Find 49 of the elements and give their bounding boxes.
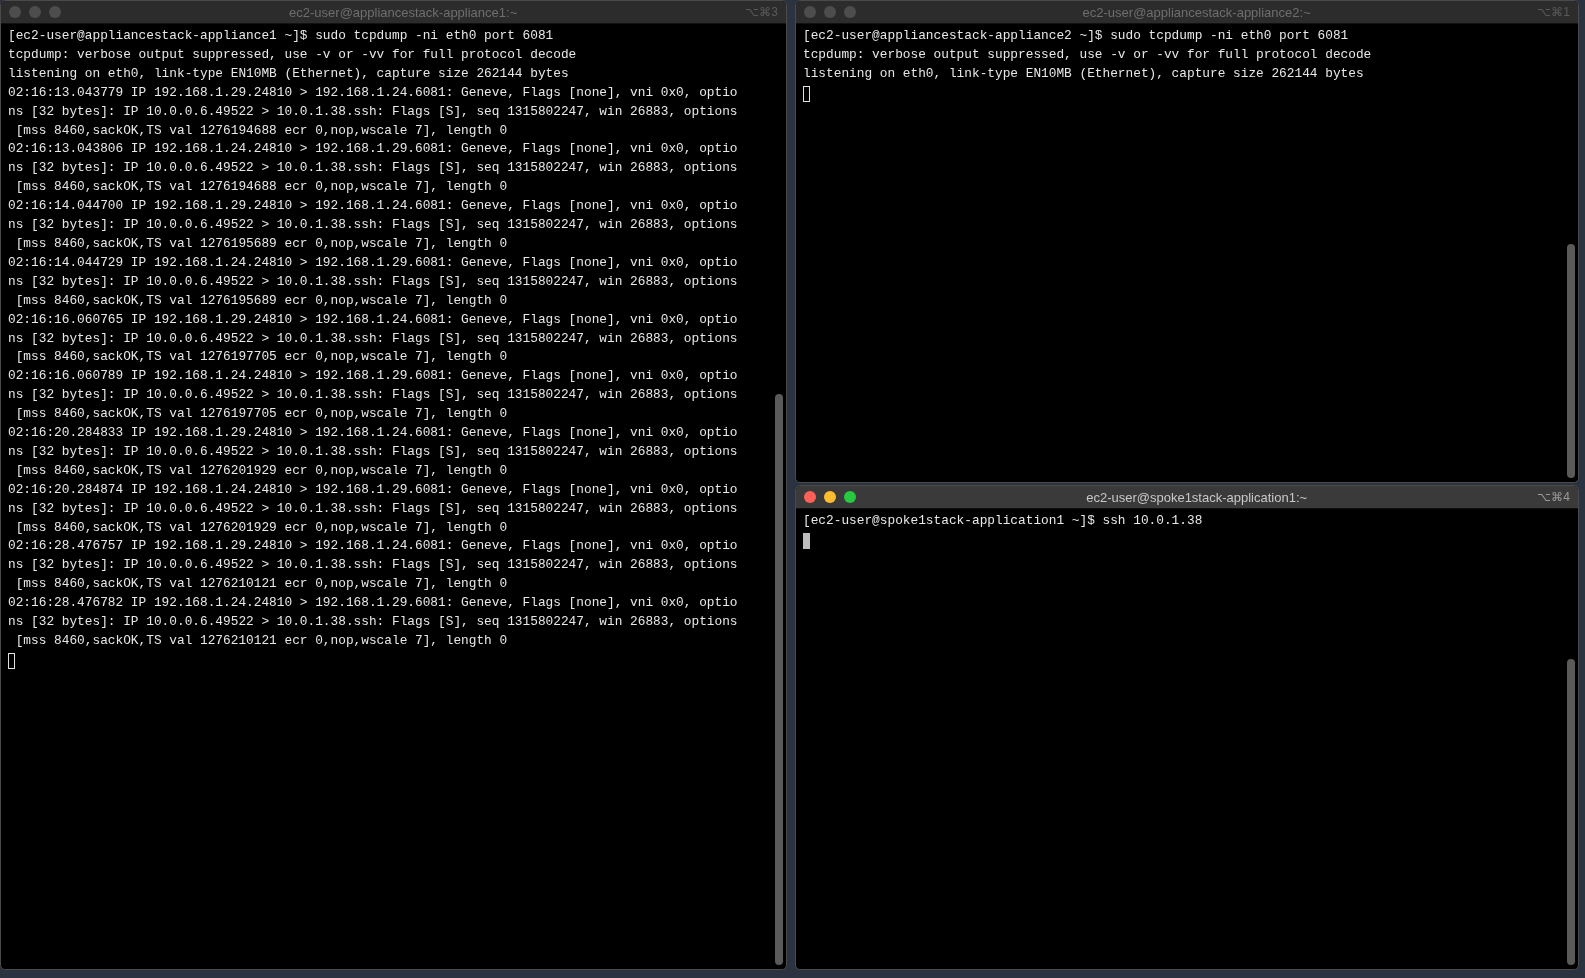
terminal-line: [ec2-user@appliancestack-appliance1 ~]$ sudo tcpdump -ni eth0 port 6081	[8, 27, 555, 45]
terminal-line: [mss 8460,sackOK,TS val 1276195689 ecr 0,nop,wscale 7], length 0	[14, 234, 509, 253]
scrollbar-thumb[interactable]	[775, 394, 783, 965]
terminal-line: [mss 8460,sackOK,TS val 1276197705 ecr 0,nop,wscale 7], length 0	[14, 348, 509, 367]
terminal-line: [mss 8460,sackOK,TS val 1276194688 ecr 0,nop,wscale 7], length 0	[14, 121, 509, 140]
terminal-line: [mss 8460,sackOK,TS val 1276195689 ecr 0,nop,wscale 7], length 0	[14, 291, 509, 310]
close-icon[interactable]	[804, 6, 816, 18]
terminal-line: 02:16:13.043806 IP 192.168.1.24.24810 > 192.168.1.29.6081: Geneve, Flags [none], vni 0x0, optio	[8, 140, 739, 159]
terminal-line: 02:16:28.476757 IP 192.168.1.29.24810 > 192.168.1.24.6081: Geneve, Flags [none], vni 0x0, optio	[8, 537, 739, 556]
terminal-line: [mss 8460,sackOK,TS val 1276210121 ecr 0,nop,wscale 7], length 0	[14, 575, 509, 594]
terminal-line: ns [32 bytes]: IP 10.0.0.6.49522 > 10.0.1.38.ssh: Flags [S], seq 1315802247, win 26883, options	[8, 329, 739, 348]
terminal-line: 02:16:16.060765 IP 192.168.1.29.24810 > 192.168.1.24.6081: Geneve, Flags [none], vni 0x0, optio	[8, 310, 739, 329]
terminal-line: ns [32 bytes]: IP 10.0.0.6.49522 > 10.0.1.38.ssh: Flags [S], seq 1315802247, win 26883, options	[8, 556, 739, 575]
zoom-icon[interactable]	[844, 491, 856, 503]
window-title: ec2-user@appliancestack-appliance2:~	[1081, 4, 1312, 20]
terminal-line: [mss 8460,sackOK,TS val 1276201929 ecr 0,nop,wscale 7], length 0	[14, 461, 509, 480]
minimize-icon[interactable]	[824, 491, 836, 503]
window-shortcut: ⌥⌘4	[1537, 490, 1570, 504]
terminal-line: 02:16:14.044729 IP 192.168.1.24.24810 > 192.168.1.29.6081: Geneve, Flags [none], vni 0x0, optio	[8, 253, 739, 272]
close-icon[interactable]	[9, 6, 21, 18]
terminal-line: ns [32 bytes]: IP 10.0.0.6.49522 > 10.0.1.38.ssh: Flags [S], seq 1315802247, win 26883, options	[8, 159, 739, 178]
terminal-line: [mss 8460,sackOK,TS val 1276194688 ecr 0,nop,wscale 7], length 0	[14, 178, 509, 197]
window-title: ec2-user@appliancestack-appliance1:~	[288, 4, 519, 20]
terminal-line: 02:16:16.060789 IP 192.168.1.24.24810 > 192.168.1.29.6081: Geneve, Flags [none], vni 0x0, optio	[8, 367, 739, 386]
terminal-line: ns [32 bytes]: IP 10.0.0.6.49522 > 10.0.1.38.ssh: Flags [S], seq 1315802247, win 26883, options	[8, 102, 739, 121]
scrollbar-thumb[interactable]	[1567, 659, 1575, 965]
terminal-line: ns [32 bytes]: IP 10.0.0.6.49522 > 10.0.1.38.ssh: Flags [S], seq 1315802247, win 26883, options	[8, 613, 739, 632]
terminal-line: [ec2-user@appliancestack-appliance2 ~]$ sudo tcpdump -ni eth0 port 6081	[803, 27, 1350, 45]
terminal-line: tcpdump: verbose output suppressed, use -v or -vv for full protocol decode	[8, 45, 578, 64]
terminal-line: tcpdump: verbose output suppressed, use -v or -vv for full protocol decode	[803, 45, 1373, 64]
terminal-line: 02:16:20.284833 IP 192.168.1.29.24810 > 192.168.1.24.6081: Geneve, Flags [none], vni 0x0, optio	[8, 424, 739, 443]
terminal-line: listening on eth0, link-type EN10MB (Ethernet), capture size 262144 bytes	[803, 64, 1365, 83]
window-title: ec2-user@spoke1stack-application1:~	[1085, 489, 1309, 505]
terminal-line: listening on eth0, link-type EN10MB (Ethernet), capture size 262144 bytes	[8, 64, 570, 83]
terminal-line: ns [32 bytes]: IP 10.0.0.6.49522 > 10.0.1.38.ssh: Flags [S], seq 1315802247, win 26883, options	[8, 386, 739, 405]
terminal-line: ns [32 bytes]: IP 10.0.0.6.49522 > 10.0.1.38.ssh: Flags [S], seq 1315802247, win 26883, options	[8, 216, 739, 235]
terminal-line: [mss 8460,sackOK,TS val 1276197705 ecr 0,nop,wscale 7], length 0	[14, 405, 509, 424]
terminal-line: ns [32 bytes]: IP 10.0.0.6.49522 > 10.0.1.38.ssh: Flags [S], seq 1315802247, win 26883, options	[8, 272, 739, 291]
terminal-line: 02:16:20.284874 IP 192.168.1.24.24810 > 192.168.1.29.6081: Geneve, Flags [none], vni 0x0, optio	[8, 480, 739, 499]
terminal-line: 02:16:14.044700 IP 192.168.1.29.24810 > 192.168.1.24.6081: Geneve, Flags [none], vni 0x0, optio	[8, 197, 739, 216]
scrollbar-thumb[interactable]	[1567, 244, 1575, 478]
terminal-line: 02:16:28.476782 IP 192.168.1.24.24810 > 192.168.1.29.6081: Geneve, Flags [none], vni 0x0, optio	[8, 594, 739, 613]
terminal-line: 02:16:13.043779 IP 192.168.1.29.24810 > 192.168.1.24.6081: Geneve, Flags [none], vni 0x0, optio	[8, 83, 739, 102]
terminal-line: [mss 8460,sackOK,TS val 1276210121 ecr 0,nop,wscale 7], length 0	[14, 632, 509, 650]
terminal-line: [ec2-user@spoke1stack-application1 ~]$ ssh 10.0.1.38	[803, 512, 1204, 530]
terminal-line: [mss 8460,sackOK,TS val 1276201929 ecr 0,nop,wscale 7], length 0	[14, 518, 509, 537]
terminal-line: ns [32 bytes]: IP 10.0.0.6.49522 > 10.0.1.38.ssh: Flags [S], seq 1315802247, win 26883, options	[8, 499, 739, 518]
terminal-line: ns [32 bytes]: IP 10.0.0.6.49522 > 10.0.1.38.ssh: Flags [S], seq 1315802247, win 26883, options	[8, 442, 739, 461]
close-icon[interactable]	[804, 491, 816, 503]
